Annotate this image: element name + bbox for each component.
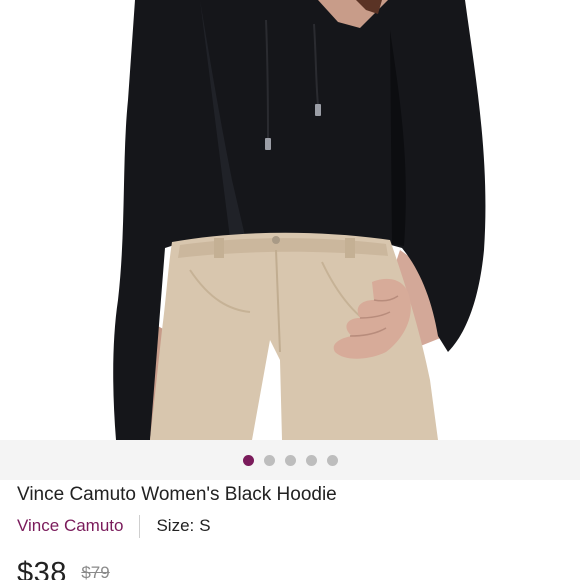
product-photo[interactable] [0, 0, 580, 440]
product-photo-illustration [0, 0, 580, 440]
size-label: Size: [156, 516, 195, 535]
size-value: S [199, 516, 211, 535]
carousel-pagination [0, 455, 580, 467]
carousel-dot-5[interactable] [326, 455, 338, 466]
carousel-dot-4[interactable] [305, 455, 317, 466]
carousel-dot-1[interactable] [242, 455, 254, 466]
carousel-dot-3[interactable] [284, 455, 296, 466]
brand-link[interactable]: Vince Camuto [17, 516, 123, 536]
price-row: $38 $79 [17, 557, 110, 580]
meta-divider [139, 514, 141, 538]
original-price: $79 [81, 563, 110, 580]
current-price: $38 [17, 557, 67, 580]
carousel-dot-2[interactable] [263, 455, 275, 466]
product-meta: Vince Camuto Size: S [17, 514, 211, 538]
product-title: Vince Camuto Women's Black Hoodie [17, 484, 337, 505]
listing-page: Vince Camuto Women's Black Hoodie Vince … [0, 0, 580, 580]
